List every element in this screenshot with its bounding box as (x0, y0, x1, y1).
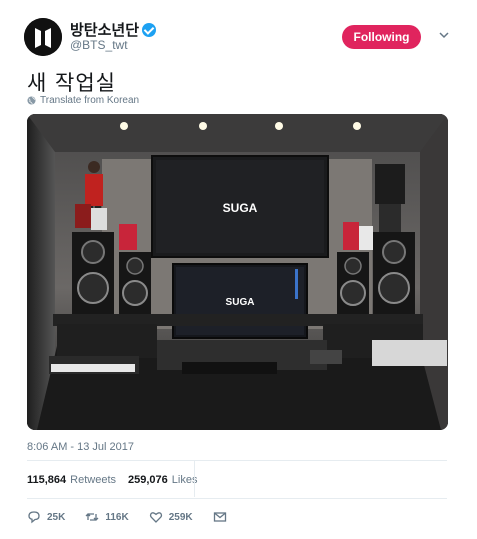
monitor-top-label: SUGA (223, 201, 258, 215)
divider (27, 498, 447, 499)
verified-icon (142, 23, 157, 37)
display-name-text[interactable]: 방탄소년단 (70, 22, 139, 39)
studio-photo-image: SUGA SUGA (27, 114, 448, 430)
globe-icon (27, 96, 36, 105)
likes-stat[interactable]: 259,076 Likes (128, 474, 197, 486)
divider (27, 460, 447, 461)
stats-divider (194, 461, 195, 497)
tweet-header: 방탄소년단 @BTS_twt Following (24, 18, 454, 58)
tweet-timestamp[interactable]: 8:06 AM - 13 Jul 2017 (27, 441, 134, 453)
heart-icon (149, 512, 162, 523)
chevron-down-icon[interactable] (437, 28, 451, 42)
retweets-stat[interactable]: 115,864 Retweets (27, 474, 116, 486)
retweets-label: Retweets (70, 474, 117, 486)
tweet-text: 새 작업실 (27, 71, 116, 95)
display-name[interactable]: 방탄소년단 (70, 19, 157, 40)
envelope-icon (213, 512, 226, 522)
direct-message-button[interactable] (213, 510, 227, 524)
bts-logo-icon (24, 18, 62, 56)
reply-icon (28, 511, 40, 524)
following-button[interactable]: Following (342, 25, 421, 49)
reply-button[interactable]: 25K (27, 510, 65, 524)
translate-label[interactable]: Translate from Korean (40, 95, 139, 106)
retweets-count: 115,864 (27, 474, 67, 486)
retweet-icon (85, 513, 99, 521)
likes-count: 259,076 (128, 474, 168, 486)
like-button[interactable]: 259K (149, 510, 193, 524)
avatar[interactable] (24, 18, 62, 56)
handle[interactable]: @BTS_twt (70, 38, 128, 52)
retweet-button[interactable]: 116K (85, 510, 129, 524)
tweet-actions: 25K 116K 259K (27, 507, 247, 527)
reply-count: 25K (47, 511, 66, 523)
monitor-bottom-label: SUGA (226, 297, 255, 308)
tweet-photo[interactable]: SUGA SUGA (27, 114, 448, 430)
like-count: 259K (168, 511, 193, 523)
tweet-stats: 115,864 Retweets 259,076 Likes (27, 467, 209, 493)
translate-link[interactable]: Translate from Korean (27, 95, 139, 106)
retweet-count: 116K (105, 511, 129, 523)
